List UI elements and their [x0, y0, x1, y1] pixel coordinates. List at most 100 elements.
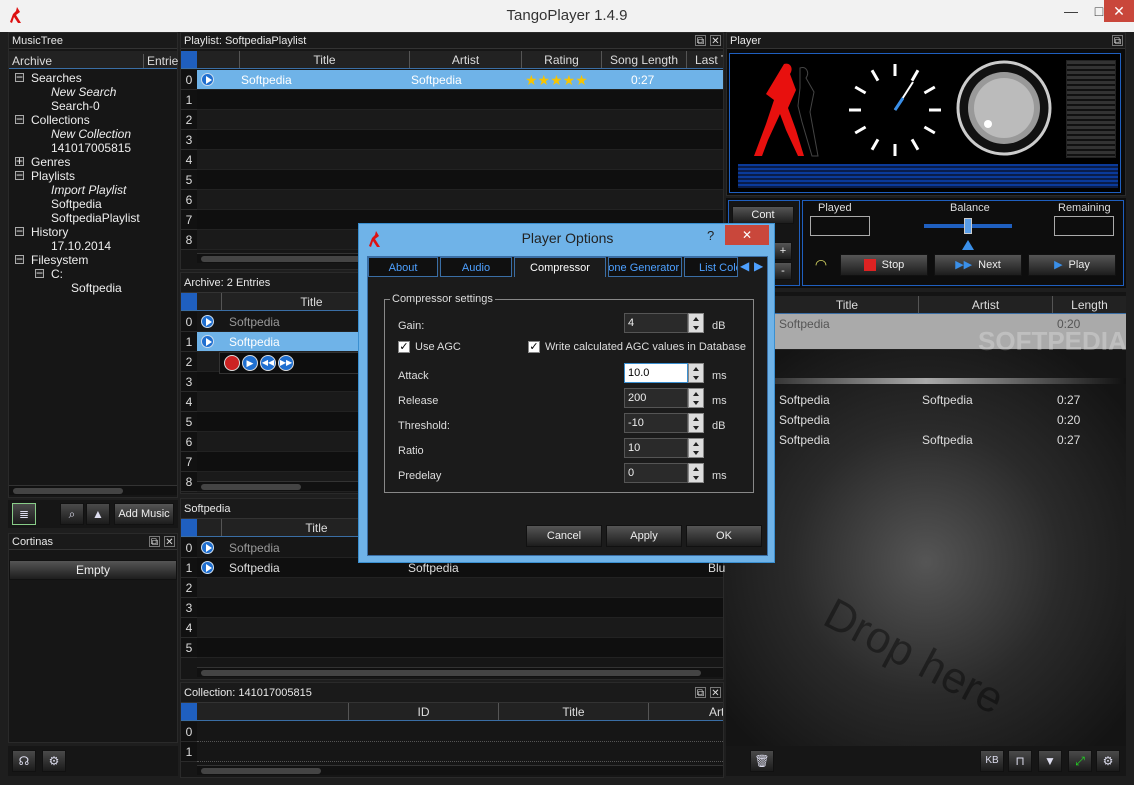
col-title[interactable]: Title — [776, 296, 918, 313]
tree-view[interactable]: − Searches New Search Search-0− Collections N… — [9, 69, 177, 479]
col-id[interactable]: ID — [348, 703, 498, 720]
trash-icon[interactable]: 🗑 — [750, 750, 774, 772]
tree-item[interactable]: Collections — [31, 113, 90, 127]
col-rating[interactable]: Rating — [521, 51, 601, 68]
tree-item[interactable]: History — [31, 225, 68, 239]
wifi-icon[interactable]: ◠ — [810, 256, 832, 274]
eject-icon[interactable]: ▲ — [86, 503, 110, 525]
cont-button[interactable]: Cont — [732, 206, 794, 224]
balance-handle[interactable] — [964, 218, 972, 234]
plus-button[interactable]: + — [774, 242, 792, 260]
add-music-button[interactable]: Add Music — [114, 503, 174, 525]
tree-item[interactable]: New Collection — [51, 127, 131, 141]
col-artist[interactable]: Art — [648, 703, 723, 720]
panel-close-icon[interactable]: ✕ — [164, 536, 175, 548]
col-title[interactable]: Title — [498, 703, 648, 720]
dialog-close-button[interactable]: ✕ — [725, 225, 769, 245]
apply-button[interactable]: Apply — [606, 525, 682, 547]
database-icon[interactable]: ≣ — [12, 503, 36, 525]
tree-item[interactable]: Genres — [31, 155, 70, 169]
ratio-input[interactable]: 10 — [624, 438, 688, 458]
tab-scroll-left-icon[interactable]: ◀ — [740, 259, 752, 275]
release-spinner[interactable] — [688, 388, 704, 408]
play-icon[interactable] — [201, 73, 214, 86]
tree-toggle-icon[interactable]: − — [15, 253, 24, 265]
tab-compressor[interactable]: Compressor — [514, 257, 606, 277]
tree-toggle-icon[interactable]: − — [15, 169, 24, 181]
queue-row[interactable]: Softpedia 0:20 — [726, 410, 1126, 430]
stop-button[interactable]: Stop — [840, 254, 928, 276]
undock-icon[interactable]: ⧉ — [1112, 35, 1123, 47]
tree-toggle-icon[interactable]: − — [15, 113, 24, 125]
tree-toggle-icon[interactable]: + — [15, 155, 24, 167]
col-entries[interactable]: Entrie — [143, 54, 178, 68]
close-button[interactable]: ✕ — [1104, 0, 1134, 22]
tab-about[interactable]: About — [368, 257, 438, 277]
tree-item[interactable]: Playlists — [31, 169, 75, 183]
queue-row[interactable]: Softpedia Softpedia 0:27 — [726, 390, 1126, 410]
settings-icon[interactable]: ⚙ — [42, 750, 66, 772]
tree-item[interactable]: Search-0 — [51, 99, 100, 113]
write-agc-checkbox[interactable]: ✓ — [528, 341, 540, 353]
play-icon[interactable] — [201, 315, 214, 328]
play-icon[interactable] — [201, 335, 214, 348]
cortina-empty-button[interactable]: Empty — [9, 560, 177, 580]
predelay-spinner[interactable] — [688, 463, 704, 483]
tree-scrollbar[interactable] — [9, 485, 177, 495]
tree-item[interactable]: Softpedia — [51, 197, 102, 211]
release-input[interactable]: 200 — [624, 388, 688, 408]
play-button[interactable]: ▶ Play — [1028, 254, 1116, 276]
help-button[interactable]: ? — [707, 228, 714, 243]
fullscreen-icon[interactable]: ⤢ — [1068, 750, 1092, 772]
panel-close-icon[interactable]: ✕ — [710, 687, 721, 699]
tree-toggle-icon[interactable]: − — [15, 71, 24, 83]
softpedia-scrollbar[interactable] — [197, 667, 723, 677]
collection-scrollbar[interactable] — [197, 765, 723, 775]
tab-audio[interactable]: Audio — [440, 257, 512, 277]
settings-icon[interactable]: ⚙ — [1096, 750, 1120, 772]
tree-item[interactable]: New Search — [51, 85, 116, 99]
attack-spinner[interactable] — [688, 363, 704, 383]
headphones-icon[interactable]: ☊ — [12, 750, 36, 772]
next-button[interactable]: ▶▶ Next — [934, 254, 1022, 276]
tab-tone-generator[interactable]: Tone Generator — [608, 257, 682, 277]
col-song-length[interactable]: Song Length — [601, 51, 686, 68]
play-icon[interactable]: ▶ — [242, 355, 258, 371]
table-row[interactable]: Softpedia Softpedia ★★★★★ 0:27 — [197, 70, 723, 90]
ok-button[interactable]: OK — [686, 525, 762, 547]
ratio-spinner[interactable] — [688, 438, 704, 458]
predelay-input[interactable]: 0 — [624, 463, 688, 483]
stop-icon[interactable] — [224, 355, 240, 371]
col-length[interactable]: Length — [1052, 296, 1126, 313]
tree-item[interactable]: Softpedia — [71, 281, 122, 295]
col-archive[interactable]: Archive — [12, 54, 52, 68]
play-icon[interactable] — [201, 541, 214, 554]
undock-icon[interactable]: ⧉ — [695, 687, 706, 699]
gain-input[interactable]: 4 — [624, 313, 688, 333]
panel-close-icon[interactable]: ✕ — [710, 35, 721, 47]
rewind-icon[interactable]: ◀◀ — [260, 355, 276, 371]
tree-item[interactable]: C: — [51, 267, 63, 281]
threshold-spinner[interactable] — [688, 413, 704, 433]
col-last[interactable]: Last T — [686, 51, 723, 68]
forward-icon[interactable]: ▶▶ — [278, 355, 294, 371]
tree-item[interactable]: Filesystem — [31, 253, 88, 267]
drop-here-text[interactable]: Drop here — [816, 589, 1012, 725]
rating-stars[interactable]: ★★★★★ — [525, 70, 588, 90]
threshold-input[interactable]: -10 — [624, 413, 688, 433]
tree-toggle-icon[interactable]: − — [15, 225, 24, 237]
volume-knob[interactable] — [954, 56, 1054, 160]
col-artist[interactable]: Artist — [918, 296, 1052, 313]
minus-button[interactable]: - — [774, 262, 792, 280]
tree-item[interactable]: 17.10.2014 — [51, 239, 111, 253]
attack-input[interactable]: 10.0 — [624, 363, 688, 383]
col-title[interactable]: Title — [239, 51, 409, 68]
tree-item[interactable]: SoftpediaPlaylist — [51, 211, 140, 225]
cancel-button[interactable]: Cancel — [526, 525, 602, 547]
use-agc-checkbox[interactable]: ✓ — [398, 341, 410, 353]
undock-icon[interactable]: ⧉ — [695, 35, 706, 47]
wave-icon[interactable]: ⊓ — [1008, 750, 1032, 772]
search-icon[interactable]: ⌕ — [60, 503, 84, 525]
gain-spinner[interactable] — [688, 313, 704, 333]
undock-icon[interactable]: ⧉ — [149, 536, 160, 548]
